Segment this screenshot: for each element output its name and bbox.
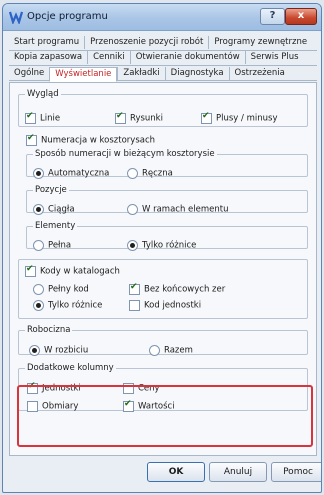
cancel-button[interactable]: Anuluj [209,462,267,482]
radio-razem[interactable]: Razem [149,345,193,357]
checkbox-bez-koncowych-zer[interactable]: Bez końcowych zer [129,282,226,296]
radio-w-rozbiciu[interactable]: W rozbiciu [29,345,88,357]
group-elementy-legend: Elementy [35,221,76,231]
radio-ciagla-label: Ciągła [48,204,75,215]
group-sposob-numeracji: Sposób numeracji w bieżącym kosztorysie … [26,149,308,180]
radio-pelna-dot[interactable] [33,240,44,251]
checkbox-plusy[interactable]: Plusy / minusy [201,111,278,125]
checkbox-rysunki[interactable]: Rysunki [115,111,163,125]
group-wyglad: Wygląd Linie Rysunki Plusy / minusy [18,89,308,127]
options-window: Opcje programu ? x Start programu Przenos… [2,3,322,493]
tab-row-3: Ogólne Wyświetlanie Zakładki Diagnostyka Ost… [9,66,317,82]
radio-automatyczna[interactable]: Automatyczna [33,168,109,180]
checkbox-kod-jednostki-label: Kod jednostki [144,300,202,311]
radio-ciagla-dot[interactable] [33,204,44,215]
radio-ciagla[interactable]: Ciągła [33,204,75,216]
radio-pelna-label: Pełna [48,240,72,251]
checkbox-numeracja[interactable]: Numeracja w kosztorysach [26,133,156,147]
radio-pelny-kod-label: Pełny kod [48,284,89,295]
tab-przenoszenie[interactable]: Przenoszenie pozycji robót [84,36,208,49]
tab-programy-zewnetrzne[interactable]: Programy zewnętrzne [208,36,312,49]
tab-row-1: Start programu Przenoszenie pozycji robót… [9,36,317,51]
tab-serwis-plus[interactable]: Serwis Plus [244,51,304,64]
checkbox-kod-jednostki-box[interactable] [129,300,140,311]
checkbox-bez-koncowych-label: Bez końcowych zer [144,284,226,295]
group-elementy: Elementy Pełna Tylko różnice [26,221,308,252]
checkbox-kod-jednostki[interactable]: Kod jednostki [129,300,201,312]
radio-pelny-kod-dot[interactable] [33,284,44,295]
group-dodatkowe-legend: Dodatkowe kolumny [27,363,114,373]
group-robocizna: Robocizna W rozbiciu Razem [18,325,308,357]
help-dialog-button[interactable]: Pomoc [271,462,321,482]
radio-tylko-roznice-kody-dot[interactable] [33,300,44,311]
checkbox-kody-w-katalogach[interactable]: Kody w katalogach [25,264,120,278]
group-kody: Kody w katalogach Pełny kod Bez końcowyc… [18,259,308,319]
title-bar: Opcje programu ? x [3,4,321,31]
group-pozycje: Pozycje Ciągła W ramach elementu [26,185,308,216]
radio-w-rozbiciu-dot[interactable] [29,345,40,356]
checkbox-numeracja-box[interactable] [26,133,37,146]
radio-w-rozbiciu-label: W rozbiciu [44,345,89,356]
tab-ogolne[interactable]: Ogólne [9,67,49,80]
radio-pelny-kod[interactable]: Pełny kod [33,284,89,296]
checkbox-kody-label: Kody w katalogach [40,266,120,277]
radio-tylko-roznice-elementy[interactable]: Tylko różnice [127,240,196,252]
radio-razem-dot[interactable] [149,345,160,356]
ok-button[interactable]: OK [147,462,205,482]
checkbox-linie-box[interactable] [25,111,36,124]
checkbox-linie-label: Linie [40,113,61,124]
tab-kopia-zapasowa[interactable]: Kopia zapasowa [9,51,87,64]
tab-wyswietlanie[interactable]: Wyświetlanie [49,67,118,82]
tab-ostrzezenia[interactable]: Ostrzeżenia [228,67,290,80]
checkbox-bez-koncowych-box[interactable] [129,282,140,295]
radio-reczna-label: Ręczna [142,168,173,179]
close-button[interactable]: x [285,8,317,25]
radio-pelna[interactable]: Pełna [33,240,71,252]
radio-tylko-roznice-kody[interactable]: Tylko różnice [33,300,102,312]
checkbox-linie[interactable]: Linie [25,111,61,125]
radio-tylko-roznice-elementy-dot[interactable] [127,240,138,251]
group-pozycje-legend: Pozycje [35,185,67,195]
checkbox-plusy-box[interactable] [201,111,212,124]
radio-automatyczna-label: Automatyczna [48,168,110,179]
checkbox-rysunki-label: Rysunki [130,113,163,124]
radio-tylko-roznice-kody-label: Tylko różnice [48,300,103,311]
highlight-frame [17,385,313,447]
tab-row-2: Kopia zapasowa Cenniki Otwieranie dokument… [9,51,317,66]
group-sposob-legend: Sposób numeracji w bieżącym kosztorysie [35,149,215,159]
radio-razem-label: Razem [164,345,193,356]
help-icon: ? [269,10,276,21]
radio-automatyczna-dot[interactable] [33,168,44,179]
checkbox-plusy-label: Plusy / minusy [216,113,278,124]
help-button[interactable]: ? [260,8,285,25]
radio-w-ramach-label: W ramach elementu [142,204,229,215]
checkbox-kody-box[interactable] [25,264,36,277]
tab-cenniki[interactable]: Cenniki [87,51,130,64]
group-wyglad-legend: Wygląd [27,89,59,99]
tab-strip: Start programu Przenoszenie pozycji robót… [9,36,317,82]
group-robocizna-legend: Robocizna [27,325,71,335]
radio-reczna[interactable]: Ręczna [127,168,173,180]
tab-start-programu[interactable]: Start programu [9,36,84,49]
checkbox-rysunki-box[interactable] [115,111,126,124]
window-title: Opcje programu [27,11,108,22]
tab-diagnostyka[interactable]: Diagnostyka [164,67,229,80]
close-icon: x [297,10,305,21]
tab-zakladki[interactable]: Zakładki [117,67,164,80]
radio-w-ramach-dot[interactable] [127,204,138,215]
tab-otwieranie-dokumentow[interactable]: Otwieranie dokumentów [129,51,245,64]
radio-reczna-dot[interactable] [127,168,138,179]
radio-tylko-roznice-elementy-label: Tylko różnice [142,240,197,251]
radio-w-ramach-elementu[interactable]: W ramach elementu [127,204,229,216]
app-logo-icon [9,11,23,24]
checkbox-numeracja-label: Numeracja w kosztorysach [41,135,156,146]
